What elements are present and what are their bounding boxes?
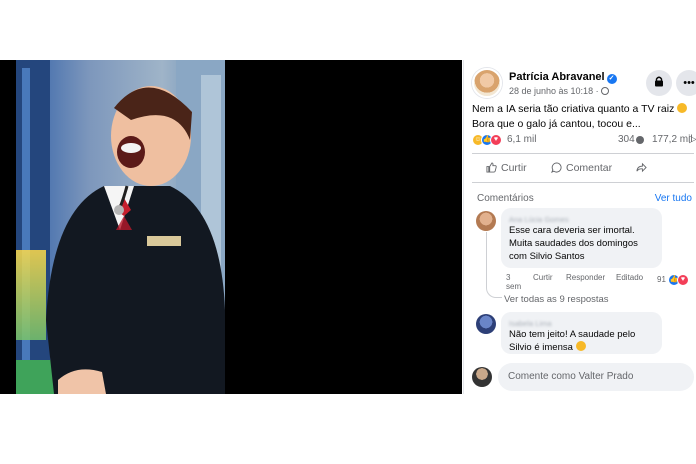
- reply-thread-line: [486, 232, 502, 298]
- comment-input[interactable]: Comente como Valter Prado: [498, 363, 694, 391]
- like-button[interactable]: Curtir: [486, 157, 527, 179]
- comment-love-reaction-icon: ♥: [677, 274, 689, 286]
- comment-label[interactable]: Comentar: [566, 162, 612, 174]
- comment-time-value: 3: [506, 273, 511, 282]
- play-icon: ▷: [689, 134, 696, 145]
- share-icon: [636, 162, 647, 173]
- laughing-emoji-icon: [677, 103, 688, 113]
- lock-icon[interactable]: [646, 70, 672, 96]
- media-viewer[interactable]: [0, 60, 462, 394]
- commenter-avatar[interactable]: [476, 314, 496, 334]
- stats-divider: [472, 153, 694, 154]
- see-all-comments-link[interactable]: Ver tudo: [655, 193, 692, 204]
- author-name[interactable]: Patrícia Abravanel ✓: [509, 71, 617, 84]
- video-frame-illustration: [16, 60, 225, 394]
- comment-text-line-1: Não tem jeito! A saudade pelo: [509, 329, 636, 340]
- post-caption: Nem a IA seria tão criativa quanto a TV …: [472, 102, 694, 132]
- caption-line-2[interactable]: Bora que o galo já cantou, tocou e...: [472, 118, 641, 130]
- commenter-name[interactable]: Isabela Lima: [509, 317, 565, 328]
- comment-bubble-icon: [636, 136, 644, 144]
- post-actions: Curtir Comentar: [472, 157, 694, 179]
- comment-text-line-3: com Silvio Santos: [509, 251, 585, 262]
- post-date[interactable]: 28 de junho às 10:18 ·: [509, 86, 609, 96]
- like-label[interactable]: Curtir: [501, 162, 527, 174]
- post-date-text[interactable]: 28 de junho às 10:18 ·: [509, 86, 599, 96]
- comment-reply-button[interactable]: Responder: [566, 273, 605, 282]
- verified-icon: ✓: [606, 74, 617, 84]
- reaction-count[interactable]: 6,1 mil: [507, 134, 536, 145]
- facebook-post-viewer: Patrícia Abravanel ✓ 28 de junho às 10:18…: [0, 60, 696, 394]
- comments-heading: Comentários: [477, 193, 534, 204]
- author-name-text[interactable]: Patrícia Abravanel: [509, 71, 605, 83]
- author-avatar[interactable]: [472, 68, 502, 98]
- more-icon[interactable]: •••: [676, 70, 696, 96]
- sad-emoji-icon: [575, 341, 586, 351]
- comment-like-button[interactable]: Curtir: [533, 273, 553, 282]
- commenter-name[interactable]: Ana Lúcia Gomes: [509, 213, 577, 224]
- love-reaction-icon[interactable]: ♥: [490, 134, 502, 146]
- comment-reaction-count[interactable]: 91: [657, 275, 666, 284]
- comment-bubble: Isabela Lima Não tem jeito! A saudade pe…: [501, 312, 662, 354]
- comment-button[interactable]: Comentar: [551, 157, 612, 179]
- comment-text-line-2: Muita saudades dos domingos: [509, 238, 638, 249]
- current-user-avatar[interactable]: [472, 367, 492, 387]
- comment-icon: [551, 162, 562, 173]
- comment-count[interactable]: 304: [618, 134, 635, 145]
- like-icon: [486, 162, 497, 173]
- comment-text-line-2: Silvio é imensa: [509, 342, 573, 353]
- comment-edited-label: Editado: [616, 273, 644, 282]
- comment-text-line-1: Esse cara deveria ser imortal.: [509, 225, 635, 236]
- post-side-panel: Patrícia Abravanel ✓ 28 de junho às 10:18…: [463, 60, 696, 394]
- comment-time-unit: sem: [506, 282, 522, 291]
- post-header: Patrícia Abravanel ✓ 28 de junho às 10:18…: [472, 68, 696, 102]
- actions-divider: [472, 182, 694, 183]
- post-video[interactable]: [16, 60, 225, 394]
- comment-bubble: Ana Lúcia Gomes Esse cara deveria ser im…: [501, 208, 662, 268]
- view-replies-link[interactable]: Ver todas as 9 respostas: [504, 294, 609, 305]
- caption-line-1: Nem a IA seria tão criativa quanto a TV …: [472, 103, 675, 115]
- post-stats: ☺ 👍 ♥ 6,1 mil 304 177,2 mil ▷: [472, 134, 696, 150]
- commenter-avatar[interactable]: [476, 211, 496, 231]
- comment-composer: Comente como Valter Prado: [472, 363, 696, 391]
- globe-icon: [600, 87, 609, 95]
- view-count[interactable]: 177,2 mil: [652, 134, 693, 145]
- share-button[interactable]: [636, 157, 651, 179]
